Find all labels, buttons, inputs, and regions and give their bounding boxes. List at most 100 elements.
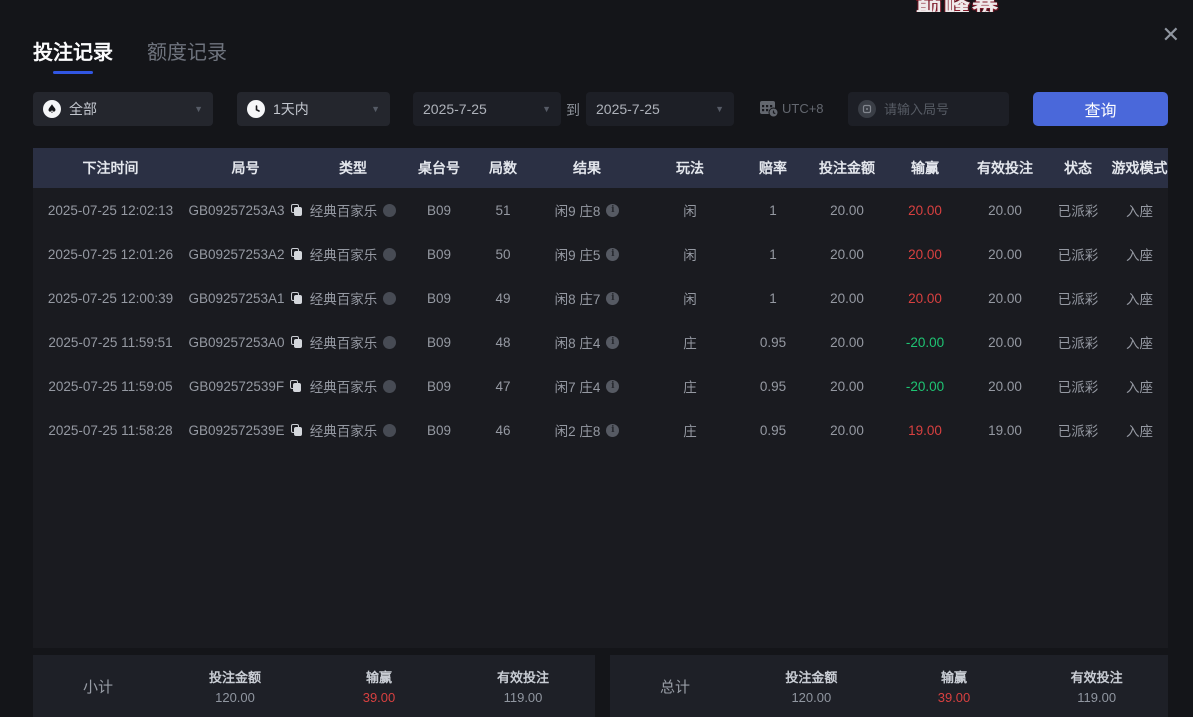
bet-records-table: 下注时间 局号 类型 桌台号 局数 结果 玩法 赔率 投注金额 输赢 有效投注 … bbox=[33, 148, 1168, 452]
time-range-value: 1天内 bbox=[273, 99, 363, 119]
round-id-cell: GB092572539E bbox=[188, 408, 303, 452]
round-id-cell: GB09257253A2 bbox=[188, 232, 303, 276]
table-no: B09 bbox=[403, 364, 475, 408]
game-type-cell: 经典百家乐 bbox=[303, 408, 403, 452]
win-lose: -20.00 bbox=[885, 364, 965, 408]
bet-amount: 20.00 bbox=[809, 364, 885, 408]
col-header-valid-bet: 有效投注 bbox=[965, 148, 1045, 188]
record-tabs: 投注记录 额度记录 bbox=[33, 36, 227, 74]
win-lose: 20.00 bbox=[885, 188, 965, 232]
bet-amount: 20.00 bbox=[809, 320, 885, 364]
valid-bet: 20.00 bbox=[965, 364, 1045, 408]
col-header-table-no: 桌台号 bbox=[403, 148, 475, 188]
total-valid-bet: 有效投注 119.00 bbox=[1025, 667, 1168, 705]
result-cell: 闲7 庄4i bbox=[531, 364, 643, 408]
play-type: 闲 bbox=[643, 276, 737, 320]
date-to-value: 2025-7-25 bbox=[596, 101, 707, 117]
odds: 1 bbox=[737, 232, 809, 276]
win-lose: 19.00 bbox=[885, 408, 965, 452]
col-header-result: 结果 bbox=[531, 148, 643, 188]
total-bar: 总计 投注金额 120.00 输赢 39.00 有效投注 119.00 bbox=[610, 655, 1168, 717]
tab-quota-records[interactable]: 额度记录 bbox=[147, 36, 227, 74]
copy-icon[interactable] bbox=[291, 204, 303, 217]
copy-icon[interactable] bbox=[291, 292, 303, 305]
copy-icon[interactable] bbox=[291, 248, 303, 261]
bet-time: 2025-07-25 12:00:39 bbox=[33, 276, 188, 320]
game-mode: 入座 bbox=[1111, 232, 1168, 276]
status: 已派彩 bbox=[1045, 364, 1111, 408]
total-bet-amount: 投注金额 120.00 bbox=[740, 667, 883, 705]
table-no: B09 bbox=[403, 232, 475, 276]
play-type: 闲 bbox=[643, 232, 737, 276]
search-input[interactable] bbox=[884, 102, 994, 117]
copy-icon[interactable] bbox=[291, 424, 303, 437]
round-no: 50 bbox=[475, 232, 531, 276]
round-no: 48 bbox=[475, 320, 531, 364]
copy-icon[interactable] bbox=[291, 336, 303, 349]
game-mode: 入座 bbox=[1111, 320, 1168, 364]
valid-bet: 20.00 bbox=[965, 188, 1045, 232]
round-no: 49 bbox=[475, 276, 531, 320]
info-icon[interactable]: i bbox=[606, 336, 619, 349]
game-type-cell: 经典百家乐 bbox=[303, 320, 403, 364]
chevron-down-icon: ▼ bbox=[542, 104, 551, 114]
game-type-cell: 经典百家乐 bbox=[303, 276, 403, 320]
col-header-time: 下注时间 bbox=[33, 148, 188, 188]
play-type: 庄 bbox=[643, 364, 737, 408]
date-from-picker[interactable]: 2025-7-25 ▼ bbox=[413, 92, 561, 126]
round-id-cell: GB09257253A1 bbox=[188, 276, 303, 320]
subtotal-bar: 小计 投注金额 120.00 输赢 39.00 有效投注 119.00 bbox=[33, 655, 595, 717]
table-row: 2025-07-25 12:02:13 GB09257253A3 经典百家乐 B… bbox=[33, 188, 1168, 232]
chevron-down-icon: ▼ bbox=[715, 104, 724, 114]
timezone-indicator: UTC+8 bbox=[757, 97, 824, 119]
game-type-value: 全部 bbox=[69, 99, 186, 119]
close-icon[interactable]: ✕ bbox=[1162, 24, 1180, 46]
play-type: 庄 bbox=[643, 408, 737, 452]
table-row: 2025-07-25 11:59:51 GB09257253A0 经典百家乐 B… bbox=[33, 320, 1168, 364]
game-type-icon bbox=[383, 380, 396, 393]
bet-time: 2025-07-25 11:59:05 bbox=[33, 364, 188, 408]
date-to-picker[interactable]: 2025-7-25 ▼ bbox=[586, 92, 734, 126]
info-icon[interactable]: i bbox=[606, 248, 619, 261]
info-icon[interactable]: i bbox=[606, 292, 619, 305]
col-header-status: 状态 bbox=[1045, 148, 1111, 188]
time-range-select[interactable]: 1天内 ▼ bbox=[237, 92, 390, 126]
status: 已派彩 bbox=[1045, 232, 1111, 276]
table-row: 2025-07-25 11:59:05 GB092572539F 经典百家乐 B… bbox=[33, 364, 1168, 408]
game-type-select[interactable]: ♠ 全部 ▼ bbox=[33, 92, 213, 126]
bet-amount: 20.00 bbox=[809, 276, 885, 320]
bet-time: 2025-07-25 11:58:28 bbox=[33, 408, 188, 452]
spade-icon: ♠ bbox=[43, 100, 61, 118]
bet-amount: 20.00 bbox=[809, 408, 885, 452]
game-type-icon bbox=[383, 248, 396, 261]
table-no: B09 bbox=[403, 408, 475, 452]
result-cell: 闲2 庄8i bbox=[531, 408, 643, 452]
copy-icon[interactable] bbox=[290, 380, 302, 393]
result-cell: 闲8 庄7i bbox=[531, 276, 643, 320]
round-no: 51 bbox=[475, 188, 531, 232]
round-id-cell: GB09257253A0 bbox=[188, 320, 303, 364]
info-icon[interactable]: i bbox=[606, 380, 619, 393]
col-header-game-mode: 游戏模式 bbox=[1111, 148, 1168, 188]
game-number-icon bbox=[858, 100, 876, 118]
odds: 0.95 bbox=[737, 364, 809, 408]
tab-bet-records[interactable]: 投注记录 bbox=[33, 36, 113, 74]
win-lose: 20.00 bbox=[885, 276, 965, 320]
valid-bet: 20.00 bbox=[965, 320, 1045, 364]
table-row: 2025-07-25 11:58:28 GB092572539E 经典百家乐 B… bbox=[33, 408, 1168, 452]
query-button[interactable]: 查询 bbox=[1033, 92, 1168, 126]
info-icon[interactable]: i bbox=[606, 424, 619, 437]
col-header-bet-amount: 投注金额 bbox=[809, 148, 885, 188]
game-mode: 入座 bbox=[1111, 364, 1168, 408]
table-row: 2025-07-25 12:01:26 GB09257253A2 经典百家乐 B… bbox=[33, 232, 1168, 276]
info-icon[interactable]: i bbox=[606, 204, 619, 217]
game-type-icon bbox=[383, 292, 396, 305]
col-header-odds: 赔率 bbox=[737, 148, 809, 188]
result-cell: 闲8 庄4i bbox=[531, 320, 643, 364]
table-no: B09 bbox=[403, 276, 475, 320]
status: 已派彩 bbox=[1045, 320, 1111, 364]
table-no: B09 bbox=[403, 320, 475, 364]
subtotal-valid-bet: 有效投注 119.00 bbox=[451, 667, 595, 705]
chevron-down-icon: ▼ bbox=[371, 104, 380, 114]
col-header-round: 局数 bbox=[475, 148, 531, 188]
